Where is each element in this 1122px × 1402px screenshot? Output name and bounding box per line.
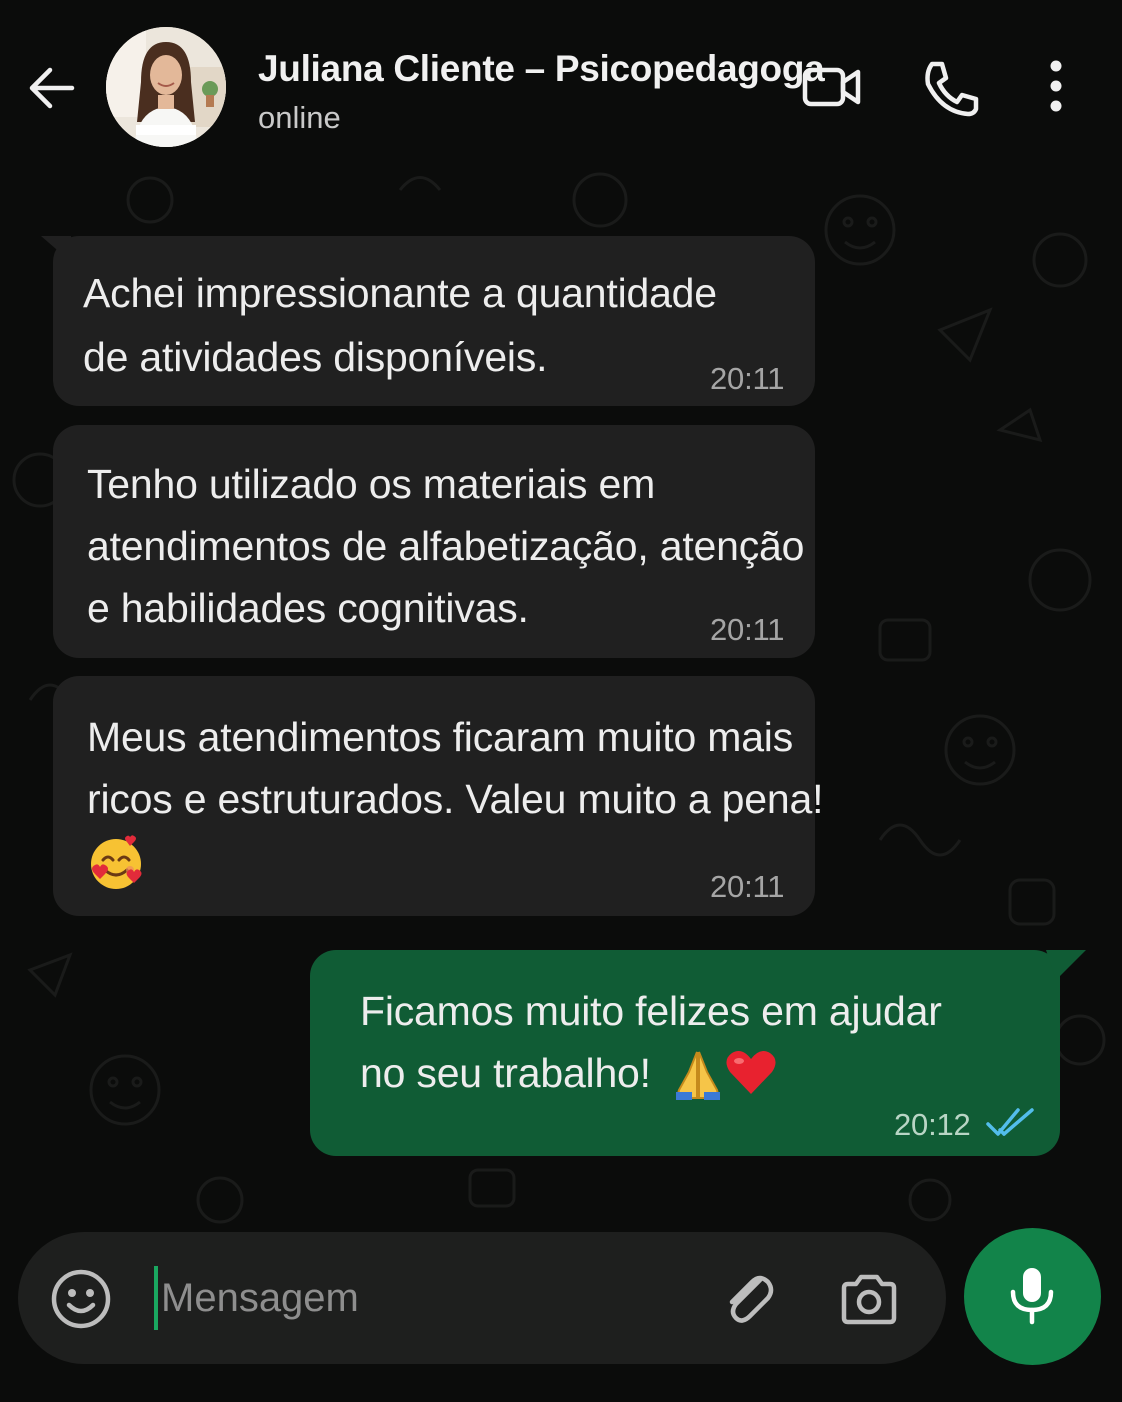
message-line: de atividades disponíveis. xyxy=(83,334,548,380)
message-line: no seu trabalho! xyxy=(360,1050,651,1096)
paperclip-icon xyxy=(729,1275,774,1323)
back-button[interactable] xyxy=(24,60,80,116)
read-ticks-icon xyxy=(986,1108,1034,1136)
message-line: Meus atendimentos ficaram muito mais xyxy=(87,714,794,760)
message-bubble-incoming[interactable]: Achei impressionante a quantidade de ati… xyxy=(41,236,815,406)
red-heart-emoji xyxy=(726,1051,776,1094)
message-bubble-outgoing[interactable]: Ficamos muito felizes em ajudar no seu t… xyxy=(310,950,1086,1156)
message-bubble-incoming[interactable]: Meus atendimentos ficaram muito mais ric… xyxy=(53,676,823,916)
camera-button[interactable] xyxy=(838,1270,900,1328)
message-bubble-incoming[interactable]: Tenho utilizado os materiais em atendime… xyxy=(53,425,815,658)
phone-icon xyxy=(925,61,979,117)
message-line: Ficamos muito felizes em ajudar xyxy=(360,988,942,1034)
message-line: ricos e estruturados. Valeu muito a pena… xyxy=(87,776,824,822)
voice-call-button[interactable] xyxy=(918,58,982,118)
more-options-button[interactable] xyxy=(1030,58,1082,118)
message-time: 20:11 xyxy=(710,869,785,904)
message-line: Achei impressionante a quantidade xyxy=(83,270,717,316)
video-call-button[interactable] xyxy=(800,58,864,118)
contact-avatar[interactable] xyxy=(106,27,226,147)
back-arrow-icon xyxy=(29,67,75,109)
message-line: atendimentos de alfabetização, atenção xyxy=(87,523,805,569)
message-composer xyxy=(18,1232,946,1364)
folded-hands-emoji xyxy=(676,1051,720,1100)
attach-button[interactable] xyxy=(718,1268,778,1330)
message-line: Tenho utilizado os materiais em xyxy=(87,461,656,507)
contact-status: online xyxy=(258,100,341,135)
bubble-tail xyxy=(1046,950,1086,980)
voice-message-button[interactable] xyxy=(964,1228,1101,1365)
bubble-tail xyxy=(41,236,71,262)
avatar-photo xyxy=(106,27,226,147)
camera-icon xyxy=(841,1274,897,1325)
message-line: e habilidades cognitivas. xyxy=(87,585,529,631)
message-time: 20:11 xyxy=(710,612,785,647)
video-call-icon xyxy=(802,67,861,107)
emoji-button[interactable] xyxy=(50,1268,112,1330)
contact-name[interactable]: Juliana Cliente – Psicopedagoga xyxy=(258,48,825,90)
smiley-icon xyxy=(51,1269,111,1329)
message-time: 20:11 xyxy=(710,361,785,396)
text-caret xyxy=(154,1266,158,1330)
microphone-icon xyxy=(1010,1268,1054,1325)
more-vert-icon xyxy=(1050,60,1062,112)
message-input[interactable] xyxy=(161,1262,681,1334)
message-time: 20:12 xyxy=(894,1107,971,1142)
chat-header: Juliana Cliente – Psicopedagoga online xyxy=(0,0,1122,170)
chat-screen: Juliana Cliente – Psicopedagoga online A… xyxy=(0,0,1122,1402)
smiling-face-with-hearts-emoji xyxy=(91,835,142,889)
